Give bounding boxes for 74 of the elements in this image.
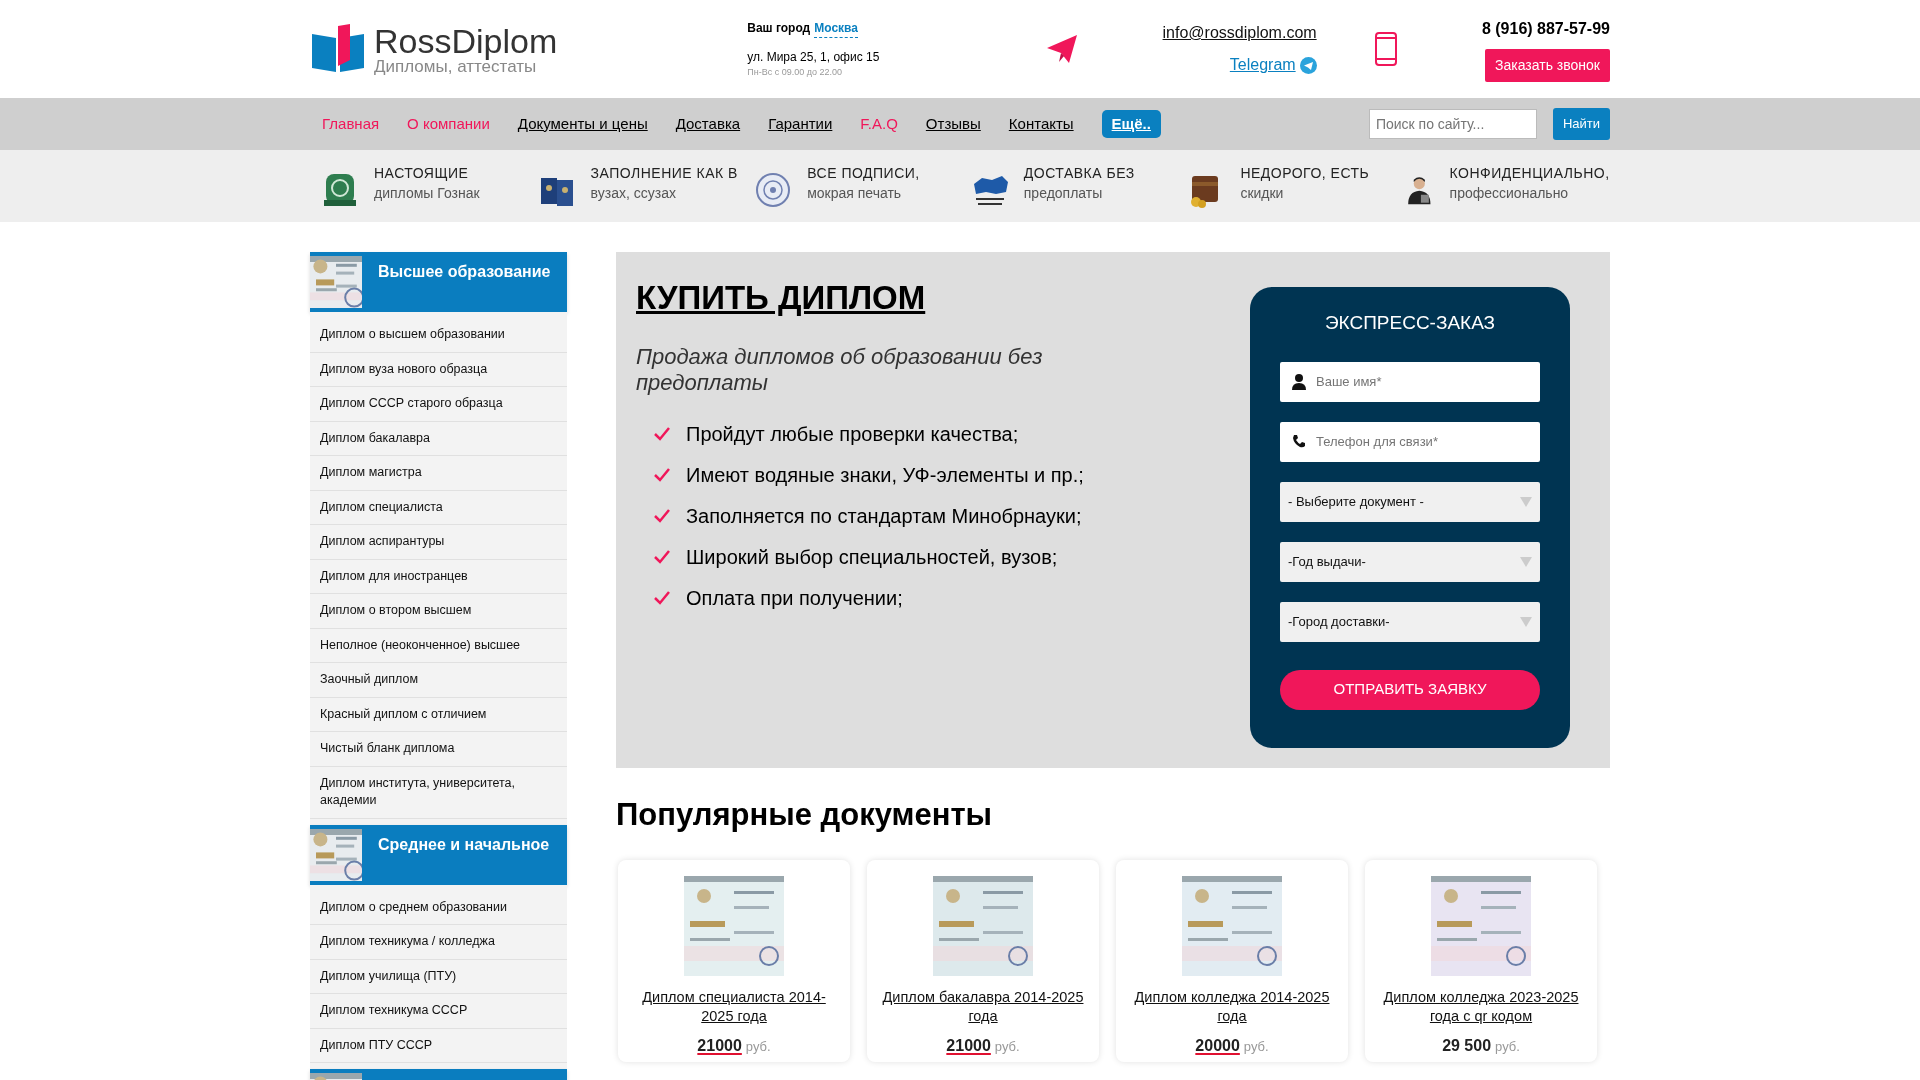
feature-subtitle: скидки bbox=[1240, 183, 1285, 203]
phone-number: 8 (916) 887-57-99 bbox=[1481, 18, 1610, 39]
check-icon bbox=[654, 509, 670, 524]
feature-subtitle: предоплаты bbox=[1023, 183, 1104, 203]
city-label: Ваш город bbox=[747, 19, 811, 37]
address-text: ул. Мира 25, 1, офис 15 bbox=[747, 48, 881, 66]
product-title-link[interactable]: Диплом колледжа 2023-2025 года с qr кодом bbox=[1375, 988, 1587, 1026]
currency-text: руб. bbox=[1495, 1037, 1520, 1056]
select-field[interactable]: -Год выдачи- bbox=[1280, 541, 1540, 582]
checklist-item: Имеют водяные знаки, УФ-элементы и пр.; bbox=[686, 463, 1084, 488]
nav-link[interactable]: Документы и цены bbox=[503, 112, 662, 136]
checklist-item: Широкий выбор специальностей, вузов; bbox=[686, 545, 1058, 570]
nav-link[interactable]: Отзывы bbox=[911, 112, 995, 136]
nav-link[interactable]: Контакты bbox=[994, 112, 1088, 136]
hero-subtitle: Продажа дипломов об образовании без предоплаты bbox=[636, 343, 1044, 397]
seal-icon bbox=[322, 172, 358, 208]
person-icon bbox=[1292, 373, 1306, 390]
nav-link[interactable]: Гарантии bbox=[754, 112, 847, 136]
price-text: 29 500 bbox=[1442, 1035, 1492, 1056]
feature-title: ВСЕ ПОДПИСИ, bbox=[807, 164, 920, 183]
search-button[interactable]: Найти bbox=[1552, 108, 1610, 140]
feature-title: НЕДОРОГО, ЕСТЬ bbox=[1240, 164, 1370, 183]
price-text: 20000 bbox=[1195, 1035, 1240, 1056]
telegram-icon bbox=[1299, 56, 1317, 74]
select-field[interactable]: -Город доставки- bbox=[1280, 601, 1540, 642]
email-link[interactable]: info@rossdiplom.com bbox=[1162, 21, 1317, 45]
hours-text: Пн-Вс с 09.00 до 22.00 bbox=[747, 65, 843, 79]
hero-title: КУПИТЬ ДИПЛОМ bbox=[636, 278, 927, 318]
stamp-icon bbox=[755, 172, 792, 208]
input-field[interactable]: Ваше имя* bbox=[1280, 361, 1540, 402]
price-text: 21000 bbox=[697, 1035, 742, 1056]
feature-title: ДОСТАВКА БЕЗ bbox=[1023, 164, 1135, 183]
currency-text: руб. bbox=[745, 1037, 771, 1056]
submit-button[interactable]: ОТПРАВИТЬ ЗАЯВКУ bbox=[1280, 669, 1540, 710]
price-text: 21000 bbox=[946, 1035, 991, 1056]
paper-plane-icon bbox=[1047, 35, 1078, 63]
checklist-item: Оплата при получении; bbox=[686, 586, 903, 611]
callback-button[interactable]: Заказать звонок bbox=[1485, 48, 1610, 82]
currency-text: руб. bbox=[1243, 1037, 1269, 1056]
checklist-item: Заполняется по стандартам Минобрнауки; bbox=[686, 504, 1082, 529]
telegram-link[interactable]: Telegram bbox=[1229, 53, 1296, 77]
section-heading: Популярные документы bbox=[616, 798, 994, 833]
check-icon bbox=[654, 427, 670, 442]
product-title-link[interactable]: Диплом бакалавра 2014-2025 года bbox=[877, 988, 1089, 1026]
phone-handset-icon bbox=[1292, 433, 1306, 448]
check-icon bbox=[654, 550, 670, 565]
logo-text: RossDiplom bbox=[374, 23, 558, 58]
nav-link[interactable]: Доставка bbox=[661, 112, 755, 136]
city-link[interactable]: Москва bbox=[814, 18, 858, 38]
product-title-link[interactable]: Диплом колледжа 2014-2025 года bbox=[1126, 988, 1338, 1026]
currency-text: руб. bbox=[994, 1037, 1020, 1056]
dropdown-arrow-icon bbox=[1520, 496, 1532, 507]
checklist-item: Пройдут любые проверки качества; bbox=[686, 422, 1019, 447]
search-field[interactable]: Поиск по сайту... bbox=[1368, 109, 1537, 139]
feature-title: КОНФИДЕНЦИАЛЬНО, bbox=[1449, 164, 1610, 183]
feature-subtitle: мокрая печать bbox=[807, 183, 903, 203]
form-title: ЭКСПРЕСС-ЗАКАЗ bbox=[1323, 311, 1497, 335]
select-field[interactable]: - Выберите документ - bbox=[1280, 481, 1540, 522]
feature-title: НАСТОЯЩИЕ bbox=[374, 164, 470, 183]
dropdown-arrow-icon bbox=[1520, 556, 1532, 567]
input-field[interactable]: Телефон для связи* bbox=[1280, 421, 1540, 462]
phone-icon bbox=[1374, 32, 1397, 66]
feature-subtitle: дипломы Гознак bbox=[374, 183, 480, 203]
feature-subtitle: профессионально bbox=[1449, 183, 1570, 203]
book-icon bbox=[310, 24, 366, 74]
section-title: Высшее образование bbox=[378, 262, 551, 282]
section-title: Среднее и начальное bbox=[378, 834, 550, 855]
feature-title: ЗАПОЛНЕНИЕ КАК В bbox=[590, 164, 738, 183]
more-button[interactable]: Ещё.. bbox=[1101, 109, 1161, 139]
feature-subtitle: вузах, ссузах bbox=[590, 183, 677, 203]
product-title-link[interactable]: Диплом специалиста 2014-2025 года bbox=[628, 988, 840, 1026]
check-icon bbox=[654, 468, 670, 483]
dropdown-arrow-icon bbox=[1520, 616, 1532, 627]
check-icon bbox=[654, 591, 670, 606]
